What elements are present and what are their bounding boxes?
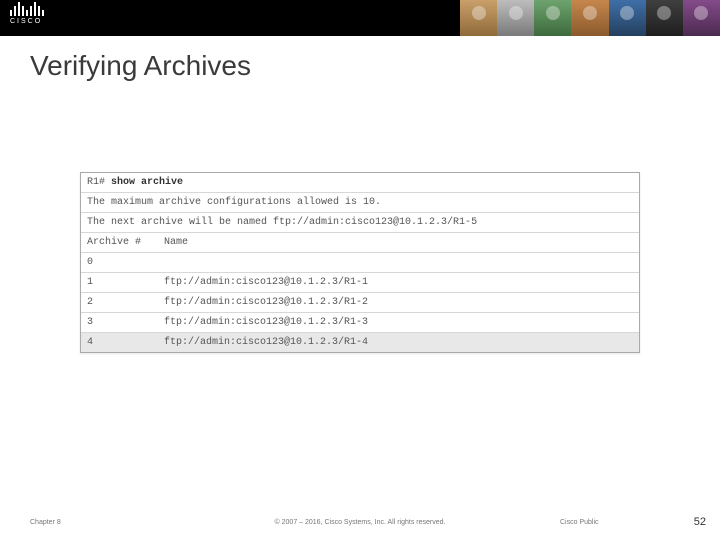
archive-name: ftp://admin:cisco123@10.1.2.3/R1-3: [158, 313, 639, 333]
col-header-name: Name: [158, 233, 639, 253]
terminal-box: R1# show archive The maximum archive con…: [80, 172, 640, 353]
terminal-msg-next: The next archive will be named ftp://adm…: [81, 213, 639, 233]
table-row: 1 ftp://admin:cisco123@10.1.2.3/R1-1: [81, 273, 639, 293]
terminal-header-row: Archive # Name: [81, 233, 639, 253]
archive-num: 3: [81, 313, 158, 333]
people-cell: [534, 0, 571, 36]
footer-access: Cisco Public: [560, 519, 599, 526]
archive-name: ftp://admin:cisco123@10.1.2.3/R1-2: [158, 293, 639, 313]
footer-slide-number: 52: [694, 516, 706, 528]
people-cell: [646, 0, 683, 36]
archive-num: 1: [81, 273, 158, 293]
people-cell: [571, 0, 608, 36]
table-row: 2 ftp://admin:cisco123@10.1.2.3/R1-2: [81, 293, 639, 313]
table-row: 3 ftp://admin:cisco123@10.1.2.3/R1-3: [81, 313, 639, 333]
people-cell: [460, 0, 497, 36]
archive-num: 4: [81, 333, 158, 353]
top-banner: CISCO: [0, 0, 720, 36]
cisco-bars-icon: [10, 2, 44, 16]
table-row-highlighted: 4 ftp://admin:cisco123@10.1.2.3/R1-4: [81, 333, 639, 353]
people-cell: [497, 0, 534, 36]
table-row: 0: [81, 253, 639, 273]
col-header-num: Archive #: [81, 233, 158, 253]
terminal-text: The maximum archive configurations allow…: [81, 193, 639, 213]
footer-copyright: © 2007 – 2016, Cisco Systems, Inc. All r…: [275, 519, 446, 526]
slide-title: Verifying Archives: [30, 50, 720, 82]
archive-name: [158, 253, 639, 273]
people-strip: [460, 0, 720, 36]
footer: Chapter 8 © 2007 – 2016, Cisco Systems, …: [0, 516, 720, 528]
cisco-wordmark: CISCO: [10, 18, 44, 26]
footer-chapter: Chapter 8: [30, 519, 61, 526]
cisco-logo: CISCO: [10, 2, 44, 26]
people-cell: [609, 0, 646, 36]
archive-num: 2: [81, 293, 158, 313]
terminal-prompt-row: R1# show archive: [81, 173, 639, 193]
archive-num: 0: [81, 253, 158, 273]
terminal-output: R1# show archive The maximum archive con…: [81, 173, 639, 352]
terminal-text: The next archive will be named ftp://adm…: [81, 213, 639, 233]
terminal-msg-max: The maximum archive configurations allow…: [81, 193, 639, 213]
archive-name: ftp://admin:cisco123@10.1.2.3/R1-4: [158, 333, 639, 353]
people-cell: [683, 0, 720, 36]
prompt-host: R1#: [87, 177, 105, 188]
prompt-command: show archive: [111, 177, 183, 188]
archive-name: ftp://admin:cisco123@10.1.2.3/R1-1: [158, 273, 639, 293]
